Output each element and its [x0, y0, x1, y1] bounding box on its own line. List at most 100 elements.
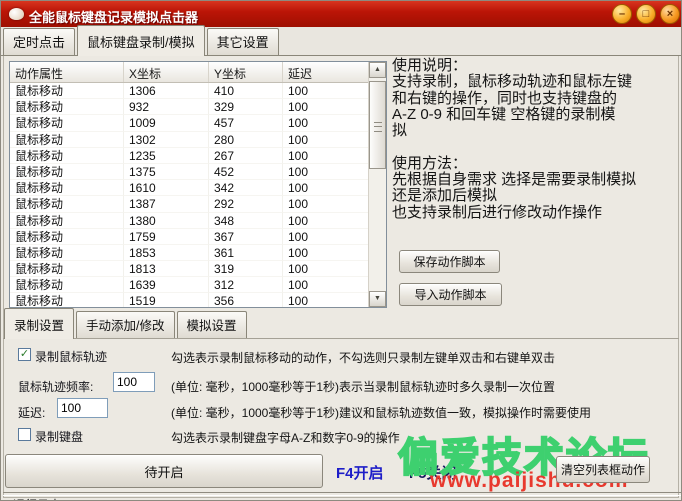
table-cell: 鼠标移动 — [10, 115, 124, 131]
table-cell: 348 — [209, 213, 283, 229]
table-cell: 367 — [209, 229, 283, 245]
record-track-label: 录制鼠标轨迹 — [35, 348, 107, 365]
maximize-icon[interactable]: □ — [636, 4, 656, 24]
table-cell: 100 — [283, 261, 369, 277]
instruction-line: 也支持录制后进行修改动作操作 — [392, 205, 680, 221]
main-tab-strip: 定时点击鼠标键盘录制/模拟其它设置 — [1, 27, 682, 56]
table-cell: 292 — [209, 196, 283, 212]
table-cell: 100 — [283, 148, 369, 164]
settings-tab-模拟设置[interactable]: 模拟设置 — [177, 311, 247, 338]
table-cell: 鼠标移动 — [10, 213, 124, 229]
table-cell: 342 — [209, 180, 283, 196]
table-cell: 280 — [209, 132, 283, 148]
import-script-button[interactable]: 导入动作脚本 — [399, 283, 502, 306]
record-track-checkbox[interactable]: ✓ — [18, 348, 31, 361]
vertical-scrollbar[interactable]: ▲ ▼ — [368, 62, 386, 307]
instruction-line: 和右键的操作，同时也支持键盘的 — [392, 91, 680, 107]
delay-input[interactable] — [57, 398, 108, 418]
table-cell: 100 — [283, 83, 369, 99]
action-list[interactable]: 动作属性X坐标Y坐标延迟 鼠标移动1306410100鼠标移动932329100… — [9, 61, 387, 308]
table-cell: 鼠标移动 — [10, 196, 124, 212]
instruction-line: 还是添加后模拟 — [392, 188, 680, 204]
table-row[interactable]: 鼠标移动932329100 — [10, 99, 386, 115]
table-cell: 932 — [124, 99, 209, 115]
record-keyboard-desc: 勾选表示录制键盘字母A-Z和数字0-9的操作 — [171, 429, 400, 446]
instruction-line: 先根据自身需求 选择是需要录制模拟 — [392, 172, 680, 188]
table-cell: 1853 — [124, 245, 209, 261]
table-cell: 鼠标移动 — [10, 261, 124, 277]
table-row[interactable]: 鼠标移动1519356100 — [10, 293, 386, 308]
track-freq-label: 鼠标轨迹频率: — [18, 378, 93, 395]
column-header[interactable]: 延迟 — [283, 62, 369, 82]
clear-list-button[interactable]: 清空列表框动作 — [556, 456, 650, 483]
table-cell: 1639 — [124, 277, 209, 293]
f4-hotkey-label: F4开启 — [336, 462, 384, 483]
start-status-button[interactable]: 待开启 — [5, 454, 323, 488]
table-row[interactable]: 鼠标移动1375452100 — [10, 164, 386, 180]
delay-label: 延迟: — [18, 404, 45, 421]
minimize-icon[interactable]: – — [612, 4, 632, 24]
scroll-up-icon[interactable]: ▲ — [369, 62, 386, 78]
table-row[interactable]: 鼠标移动1813319100 — [10, 261, 386, 277]
table-cell: 312 — [209, 277, 283, 293]
close-icon[interactable]: × — [660, 4, 680, 24]
instruction-line: 拟 — [392, 123, 680, 139]
instruction-line: 使用方法： — [392, 156, 680, 172]
table-cell: 鼠标移动 — [10, 277, 124, 293]
table-row[interactable]: 鼠标移动1380348100 — [10, 213, 386, 229]
table-row[interactable]: 鼠标移动1853361100 — [10, 245, 386, 261]
table-row[interactable]: 鼠标移动1639312100 — [10, 277, 386, 293]
table-cell: 1387 — [124, 196, 209, 212]
settings-tab-手动添加/修改[interactable]: 手动添加/修改 — [76, 311, 174, 338]
table-cell: 1759 — [124, 229, 209, 245]
table-cell: 319 — [209, 261, 283, 277]
table-cell: 鼠标移动 — [10, 148, 124, 164]
table-row[interactable]: 鼠标移动1009457100 — [10, 115, 386, 131]
settings-tab-录制设置[interactable]: 录制设置 — [4, 308, 74, 339]
table-cell: 457 — [209, 115, 283, 131]
table-row[interactable]: 鼠标移动1306410100 — [10, 83, 386, 99]
table-cell: 100 — [283, 229, 369, 245]
table-row[interactable]: 鼠标移动1235267100 — [10, 148, 386, 164]
instruction-line: 支持录制，鼠标移动轨迹和鼠标左键 — [392, 74, 680, 90]
table-cell: 鼠标移动 — [10, 99, 124, 115]
table-cell: 鼠标移动 — [10, 83, 124, 99]
table-cell: 410 — [209, 83, 283, 99]
run-log-label: 运行日志: — [13, 496, 64, 501]
scrollbar-thumb[interactable] — [369, 81, 386, 169]
tab-鼠标键盘录制/模拟[interactable]: 鼠标键盘录制/模拟 — [77, 25, 205, 56]
record-keyboard-checkbox[interactable] — [18, 428, 31, 441]
table-cell: 100 — [283, 277, 369, 293]
column-header[interactable]: Y坐标 — [209, 62, 283, 82]
scroll-down-icon[interactable]: ▼ — [369, 291, 386, 307]
table-row[interactable]: 鼠标移动1610342100 — [10, 180, 386, 196]
tab-其它设置[interactable]: 其它设置 — [207, 28, 279, 55]
table-cell: 100 — [283, 213, 369, 229]
table-cell: 100 — [283, 293, 369, 308]
column-header[interactable]: 动作属性 — [10, 62, 124, 82]
window-title: 全能鼠标键盘记录模拟点击器 — [29, 7, 198, 26]
track-freq-input[interactable] — [113, 372, 155, 392]
action-list-header: 动作属性X坐标Y坐标延迟 — [10, 62, 386, 83]
table-row[interactable]: 鼠标移动1302280100 — [10, 132, 386, 148]
table-cell: 100 — [283, 115, 369, 131]
table-row[interactable]: 鼠标移动1387292100 — [10, 196, 386, 212]
tab-定时点击[interactable]: 定时点击 — [3, 28, 75, 55]
table-cell: 452 — [209, 164, 283, 180]
table-cell: 361 — [209, 245, 283, 261]
scrollbar-grip — [374, 122, 382, 132]
table-cell: 鼠标移动 — [10, 245, 124, 261]
table-row[interactable]: 鼠标移动1759367100 — [10, 229, 386, 245]
app-icon — [9, 8, 24, 20]
table-cell: 鼠标移动 — [10, 164, 124, 180]
table-cell: 100 — [283, 132, 369, 148]
table-cell: 100 — [283, 196, 369, 212]
column-header[interactable]: X坐标 — [124, 62, 209, 82]
save-script-button[interactable]: 保存动作脚本 — [399, 250, 500, 273]
table-cell: 356 — [209, 293, 283, 308]
table-cell: 1813 — [124, 261, 209, 277]
table-cell: 100 — [283, 164, 369, 180]
table-cell: 1306 — [124, 83, 209, 99]
table-cell: 1610 — [124, 180, 209, 196]
table-cell: 1380 — [124, 213, 209, 229]
